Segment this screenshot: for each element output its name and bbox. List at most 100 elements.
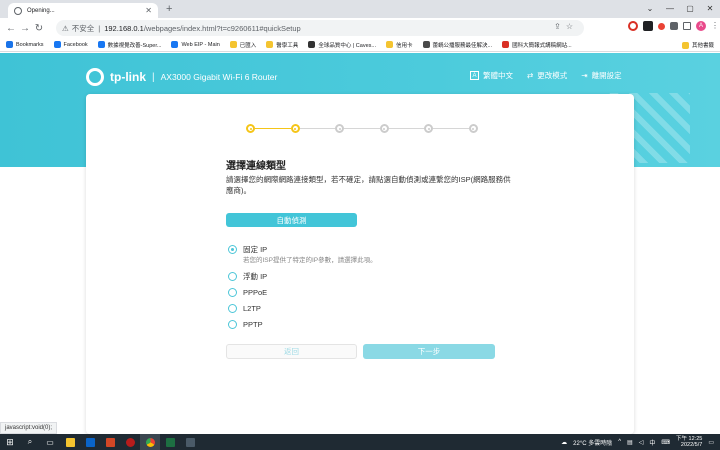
taskbar: ⊞ ⌕ ▭ ☁ 22°C 多雲時陰 ^ ▤ ◁ 中 ⌨ 下午 12:25 202…	[0, 434, 720, 450]
clock[interactable]: 下午 12:25 2022/5/7	[676, 436, 702, 449]
next-button[interactable]: 下一步	[363, 344, 495, 359]
extensions: A ⋮	[628, 21, 719, 31]
bookmark-icon	[229, 41, 237, 48]
new-tab-icon[interactable]: +	[166, 3, 172, 15]
step-dot	[379, 124, 389, 133]
url-input[interactable]: ⚠ 不安全 | 192.168.0.1/webpages/index.html?…	[56, 20, 584, 36]
radio-button[interactable]	[228, 303, 237, 313]
excel-icon[interactable]	[160, 434, 180, 450]
forward-arrow-icon[interactable]: →	[18, 23, 32, 34]
record-extension-icon[interactable]	[628, 21, 638, 31]
windows-start-icon[interactable]: ⊞	[0, 434, 20, 450]
bookmark-item[interactable]: 信用卡	[385, 41, 413, 49]
connection-option[interactable]: PPPoE	[228, 284, 377, 300]
tray-arrow-icon[interactable]: ^	[618, 439, 621, 445]
share-star-icons[interactable]: ⇪☆	[554, 22, 578, 31]
powerpoint-icon[interactable]	[100, 434, 120, 450]
bookmark-item[interactable]: Bookmarks	[6, 41, 44, 48]
browser-tab-bar: Opening... ✕ + ⌄ — ▢ ✕	[0, 0, 720, 18]
maximize-icon[interactable]: ▢	[680, 0, 700, 16]
step-connector	[433, 128, 469, 129]
outlook-icon[interactable]	[80, 434, 100, 450]
chrome-icon[interactable]	[140, 434, 160, 450]
avatar[interactable]: A	[696, 21, 706, 31]
bookmark-item[interactable]: 蕾蝸公播服務最佳解決...	[422, 41, 492, 49]
brand-separator: |	[152, 71, 155, 83]
back-arrow-icon[interactable]: ←	[4, 23, 18, 34]
bookmark-label: 國科大簡報式講稿網站...	[512, 42, 572, 49]
bookmark-label: 已匯入	[239, 42, 257, 49]
option-label: PPTP	[243, 319, 263, 329]
bookmark-icon	[6, 41, 13, 48]
bookmark-item[interactable]: Web EIP - Main	[171, 41, 220, 48]
bookmark-icon	[97, 41, 105, 48]
bookmark-icon	[266, 41, 274, 48]
step-connector	[388, 128, 424, 129]
step-connector	[255, 128, 291, 129]
bookmark-icon	[53, 41, 61, 48]
radio-button[interactable]	[228, 271, 237, 281]
option-label: 浮動 IP	[243, 271, 268, 281]
step-dot	[335, 124, 344, 133]
bookmark-item[interactable]: Facebook	[53, 41, 88, 48]
option-label: PPPoE	[243, 287, 268, 297]
radio-button[interactable]	[228, 319, 237, 329]
step-connector	[299, 128, 335, 129]
bookmark-item[interactable]: 全球品質中心 | Caves...	[308, 41, 376, 49]
change-mode-button[interactable]: ⇄ 更改模式	[527, 70, 567, 81]
exit-setup-button[interactable]: ⇥ 離開設定	[581, 70, 621, 81]
bookmark-label: Web EIP - Main	[181, 41, 220, 48]
connection-option[interactable]: L2TP	[228, 300, 377, 316]
file-explorer-icon[interactable]	[60, 434, 80, 450]
puzzle-icon[interactable]	[670, 22, 678, 30]
calculator-icon[interactable]	[180, 434, 200, 450]
step-connector	[344, 128, 380, 129]
router-page: tp-link | AX3000 Gigabit Wi-Fi 6 Router …	[0, 53, 720, 434]
close-icon[interactable]: ✕	[700, 0, 720, 16]
tp-link-logo-icon	[86, 68, 104, 86]
recorder-icon[interactable]	[120, 434, 140, 450]
ime-indicator[interactable]: 中	[649, 438, 655, 447]
task-view-icon[interactable]: ▭	[40, 434, 60, 450]
bookmark-icon	[171, 41, 179, 48]
weather-text[interactable]: 22°C 多雲時陰	[573, 438, 612, 447]
extension-red-icon[interactable]	[658, 22, 665, 30]
url-host: 192.168.0.1	[104, 23, 144, 33]
search-icon[interactable]: ⌕	[20, 434, 40, 450]
minimize-icon[interactable]: —	[660, 0, 680, 16]
page-title: 選擇連線類型	[226, 161, 286, 172]
network-icon[interactable]: ▤	[627, 439, 633, 446]
volume-icon[interactable]: ◁	[639, 439, 644, 446]
radio-button[interactable]	[228, 244, 237, 254]
chevron-down-icon[interactable]: ⌄	[640, 0, 660, 16]
reload-icon[interactable]: ↻	[32, 23, 46, 34]
bookmark-item[interactable]: 國科大簡報式講稿網站...	[502, 41, 572, 49]
folder-icon	[681, 41, 689, 49]
browser-tab[interactable]: Opening... ✕	[8, 3, 158, 18]
menu-icon[interactable]: ⋮	[711, 21, 719, 31]
step-progress	[246, 124, 478, 134]
connection-option[interactable]: 浮動 IP	[228, 268, 377, 284]
bookmark-item[interactable]: 醫學工具	[266, 41, 298, 49]
sidebar-icon[interactable]	[683, 22, 691, 30]
back-button[interactable]: 返回	[226, 344, 357, 359]
other-bookmarks[interactable]: 其他書籤	[681, 41, 714, 49]
download-extension-icon[interactable]	[643, 21, 653, 31]
radio-button[interactable]	[228, 287, 237, 297]
notification-icon[interactable]: ▭	[708, 439, 714, 446]
url-path: /webpages/index.html?t=c9260611#quickSet…	[143, 23, 301, 33]
exit-icon: ⇥	[581, 71, 588, 80]
connection-option[interactable]: PPTP	[228, 316, 377, 332]
option-label: 固定 IP	[243, 244, 268, 254]
keyboard-icon[interactable]: ⌨	[661, 439, 670, 446]
bookmark-item[interactable]: 已匯入	[229, 41, 257, 49]
close-tab-icon[interactable]: ✕	[145, 6, 152, 15]
loading-icon	[14, 6, 22, 15]
window-controls: ⌄ — ▢ ✕	[640, 0, 720, 16]
language-button[interactable]: A 繁體中文	[470, 70, 513, 81]
tp-link-logo: tp-link | AX3000 Gigabit Wi-Fi 6 Router	[86, 68, 277, 86]
bookmark-icon	[502, 41, 510, 48]
bookmark-item[interactable]: 數據視覺改善-Super...	[97, 41, 161, 49]
page-description: 請選擇您的網際網路連接類型，若不確定，請點選自動偵測或連繫您的ISP(網路服務供…	[226, 175, 511, 195]
auto-detect-button[interactable]: 自動偵測	[226, 213, 357, 227]
